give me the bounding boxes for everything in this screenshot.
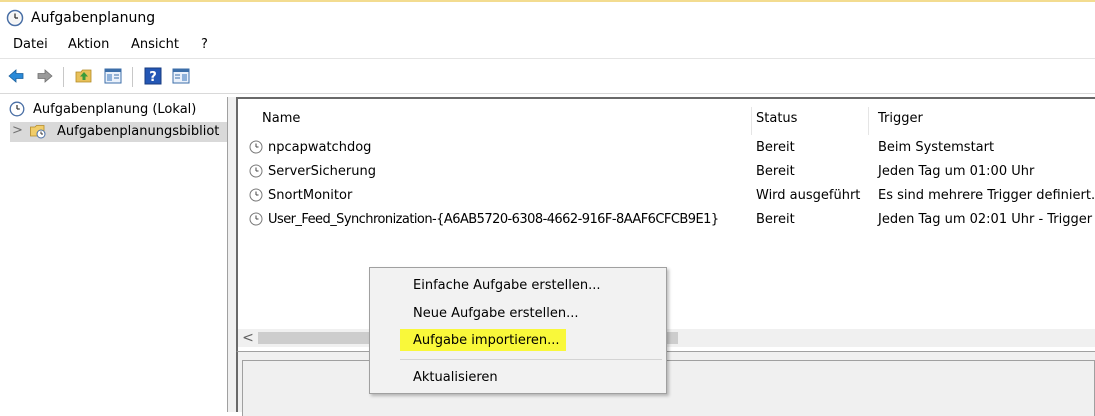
tree-item-aufgabenplanungsbibliothek[interactable]: > Aufgabenplanungsbibliot (10, 122, 227, 142)
context-separator (400, 359, 662, 360)
help-icon[interactable]: ? (144, 67, 162, 85)
task-trigger: Jeden Tag um 02:01 Uhr - Trigger (878, 212, 1093, 227)
column-header-trigger[interactable]: Trigger (878, 111, 923, 126)
clock-icon (9, 101, 25, 117)
menu-bar: Datei Aktion Ansicht ? (0, 34, 1095, 59)
table-row[interactable]: ServerSicherung Bereit Jeden Tag um 01:0… (238, 160, 1095, 182)
window-title: Aufgabenplanung (31, 10, 156, 26)
context-item-label: Einfache Aufgabe erstellen... (413, 278, 601, 293)
context-item-aktualisieren[interactable]: Aktualisieren (372, 365, 664, 389)
task-clock-icon (249, 164, 263, 178)
expand-chevron-icon[interactable]: > (12, 123, 23, 138)
console-tree: Aufgabenplanung (Lokal) > Aufgabenplanun… (0, 97, 228, 412)
menu-datei[interactable]: Datei (13, 37, 48, 52)
context-menu: Einfache Aufgabe erstellen... Neue Aufga… (369, 267, 667, 394)
toolbar-separator (63, 67, 64, 87)
task-trigger: Es sind mehrere Trigger definiert. (878, 188, 1095, 203)
context-item-aufgabe-importieren[interactable]: Aufgabe importieren... (372, 328, 664, 352)
task-status: Bereit (756, 140, 795, 155)
title-bar: Aufgabenplanung (0, 2, 1095, 34)
column-divider[interactable] (868, 107, 869, 135)
context-item-label: Aktualisieren (413, 370, 498, 385)
up-folder-icon[interactable] (75, 67, 93, 85)
clock-icon (6, 9, 24, 27)
column-divider[interactable] (751, 107, 752, 135)
task-name: ServerSicherung (268, 164, 376, 179)
table-row[interactable]: npcapwatchdog Bereit Beim Systemstart (238, 136, 1095, 158)
svg-text:?: ? (149, 70, 157, 85)
column-header-name[interactable]: Name (262, 111, 300, 126)
menu-ansicht[interactable]: Ansicht (131, 37, 179, 52)
scroll-left-arrow-icon[interactable]: < (242, 329, 254, 347)
task-name: SnortMonitor (268, 188, 353, 203)
task-clock-icon (249, 212, 263, 226)
table-row[interactable]: SnortMonitor Wird ausgeführt Es sind meh… (238, 184, 1095, 206)
show-hide-action-pane-icon[interactable] (172, 67, 190, 85)
tree-item-aufgabenplanung-lokal[interactable]: Aufgabenplanung (Lokal) (0, 100, 227, 120)
task-status: Bereit (756, 164, 795, 179)
tree-item-label: Aufgabenplanungsbibliot (57, 124, 220, 139)
context-item-neue-aufgabe-erstellen[interactable]: Neue Aufgabe erstellen... (372, 301, 664, 325)
task-status: Bereit (756, 212, 795, 227)
pane-splitter[interactable] (228, 97, 236, 412)
task-trigger: Beim Systemstart (878, 140, 995, 155)
task-trigger: Jeden Tag um 01:00 Uhr (878, 164, 1035, 179)
toolbar: ? (0, 59, 1095, 94)
context-item-label: Neue Aufgabe erstellen... (413, 306, 579, 321)
tree-item-label: Aufgabenplanung (Lokal) (33, 102, 197, 117)
show-hide-console-tree-icon[interactable] (104, 67, 122, 85)
forward-arrow-icon[interactable] (36, 67, 54, 85)
toolbar-separator (132, 67, 133, 87)
context-item-einfache-aufgabe-erstellen[interactable]: Einfache Aufgabe erstellen... (372, 273, 664, 297)
menu-help[interactable]: ? (201, 37, 208, 52)
task-clock-icon (249, 188, 263, 202)
task-name: User_Feed_Synchronization-{A6AB5720-6308… (268, 212, 719, 227)
menu-aktion[interactable]: Aktion (68, 37, 109, 52)
task-name: npcapwatchdog (268, 140, 372, 155)
table-row[interactable]: User_Feed_Synchronization-{A6AB5720-6308… (238, 208, 1095, 230)
task-clock-icon (249, 140, 263, 154)
task-status: Wird ausgeführt (756, 188, 861, 203)
column-header-status[interactable]: Status (756, 111, 797, 126)
context-item-label: Aufgabe importieren... (413, 333, 560, 348)
back-arrow-icon[interactable] (7, 67, 25, 85)
folder-clock-icon (30, 125, 46, 139)
